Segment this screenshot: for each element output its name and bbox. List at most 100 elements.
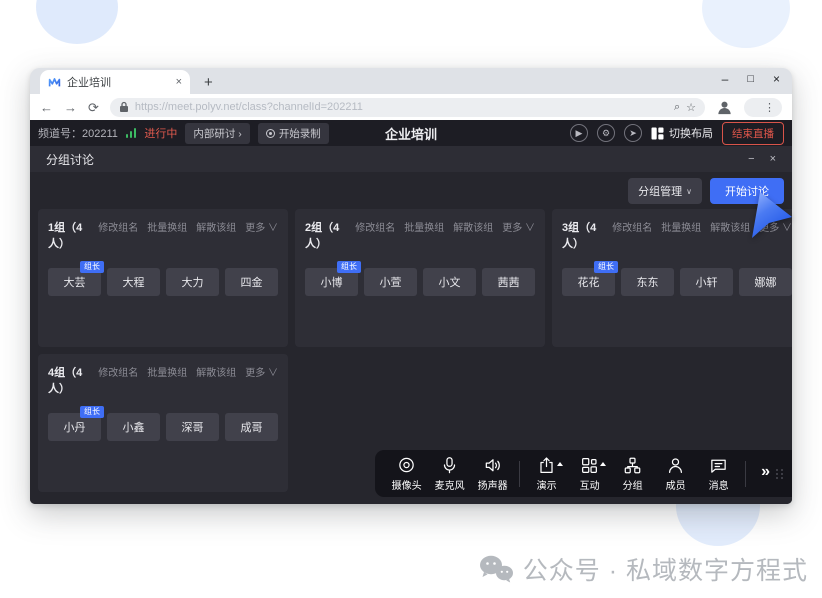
group-action[interactable]: 更多 ∨ xyxy=(245,364,278,379)
toolbar-divider xyxy=(745,461,746,487)
url-text: https://meet.polyv.net/class?channelId=2… xyxy=(135,101,668,113)
group-action[interactable]: 批量换组 xyxy=(147,364,187,379)
share-send-icon[interactable]: ➤ xyxy=(624,124,642,142)
group-action[interactable]: 更多 ∨ xyxy=(502,219,535,234)
member-tile[interactable]: 小丹组长 xyxy=(48,413,101,441)
group-action[interactable]: 解散该组 xyxy=(196,219,236,234)
group-action[interactable]: 批量换组 xyxy=(404,219,444,234)
member-name: 大芸 xyxy=(64,274,86,290)
panel-title: 分组讨论 xyxy=(46,151,94,168)
reload-icon[interactable]: ⟳ xyxy=(88,101,99,114)
group-action[interactable]: 解散该组 xyxy=(196,364,236,379)
member-tile[interactable]: 大程 xyxy=(107,268,160,296)
decor-blob xyxy=(702,0,790,48)
group-actions: 修改组名批量换组解散该组更多 ∨ xyxy=(355,219,535,234)
member-name: 小萱 xyxy=(380,274,402,290)
interact-button[interactable]: 互动 xyxy=(568,456,611,492)
group-action[interactable]: 解散该组 xyxy=(710,219,750,234)
record-button[interactable]: 开始录制 xyxy=(258,123,329,144)
end-live-button[interactable]: 结束直播 xyxy=(722,122,784,145)
group-manage-button[interactable]: 分组管理 ∨ xyxy=(628,178,702,204)
member-name: 成哥 xyxy=(241,419,263,435)
meeting-app: 频道号：202211 进行中 内部研讨 › 开始录制 企业培训 ▶ ⚙ ➤ xyxy=(30,120,792,504)
member-icon xyxy=(666,456,685,475)
microphone-button[interactable]: 麦克风 xyxy=(428,456,471,492)
member-tile[interactable]: 小文 xyxy=(423,268,476,296)
group-members: 小丹组长小鑫 深哥 成哥 xyxy=(48,413,278,441)
profile-avatar-icon[interactable] xyxy=(716,99,733,116)
member-name: 大程 xyxy=(123,274,145,290)
mic-icon xyxy=(440,456,459,475)
member-tile[interactable]: 东东 xyxy=(621,268,674,296)
camera-icon xyxy=(397,456,416,475)
group-members: 小博组长 小萱 小文 茜茜 xyxy=(305,268,535,296)
group-action[interactable]: 批量换组 xyxy=(147,219,187,234)
member-tile[interactable]: 小萱 xyxy=(364,268,417,296)
settings-gear-icon[interactable]: ⚙ xyxy=(597,124,615,142)
group-action[interactable]: 修改组名 xyxy=(98,219,138,234)
group-members: 花花组长东东小轩娜娜 xyxy=(562,268,792,296)
member-tile[interactable]: 小轩 xyxy=(680,268,733,296)
window-maximize-button[interactable]: □ xyxy=(747,74,754,85)
drag-handle-icon[interactable] xyxy=(776,469,784,479)
messages-button[interactable]: 消息 xyxy=(697,456,740,492)
member-tile[interactable]: 小博组长 xyxy=(305,268,358,296)
grouping-button[interactable]: 分组 xyxy=(611,456,654,492)
group-action[interactable]: 修改组名 xyxy=(98,364,138,379)
window-close-button[interactable]: × xyxy=(773,73,780,85)
bookmark-star-icon[interactable]: ☆ xyxy=(686,101,696,114)
decor-blob xyxy=(36,0,118,44)
signal-strength-icon xyxy=(126,128,137,138)
member-tile[interactable]: 茜茜 xyxy=(482,268,535,296)
group-action[interactable]: 修改组名 xyxy=(355,219,395,234)
leader-badge: 组长 xyxy=(80,406,104,418)
forward-icon[interactable]: → xyxy=(64,101,77,114)
group-action[interactable]: 解散该组 xyxy=(453,219,493,234)
window-minimize-button[interactable]: – xyxy=(722,73,729,85)
speaker-button[interactable]: 扬声器 xyxy=(471,456,514,492)
member-tile[interactable]: 深哥 xyxy=(166,413,219,441)
member-name: 大力 xyxy=(182,274,204,290)
switch-layout-button[interactable]: 切换布局 xyxy=(651,125,713,141)
group-action[interactable]: 批量换组 xyxy=(661,219,701,234)
leader-badge: 组长 xyxy=(80,261,104,273)
camera-button[interactable]: 摄像头 xyxy=(385,456,428,492)
member-tile[interactable]: 大芸组长 xyxy=(48,268,101,296)
new-tab-button[interactable]: + xyxy=(204,75,213,90)
tab-close-icon[interactable]: × xyxy=(176,76,182,88)
group-action[interactable]: 修改组名 xyxy=(612,219,652,234)
member-tile[interactable]: 娜娜 xyxy=(739,268,792,296)
panel-close-icon[interactable]: × xyxy=(770,153,776,165)
browser-menu-pill[interactable]: ⋮ xyxy=(744,98,782,117)
member-tile[interactable]: 小鑫 xyxy=(107,413,160,441)
back-icon[interactable]: ← xyxy=(40,101,53,114)
member-tile[interactable]: 四金 xyxy=(225,268,278,296)
group-action[interactable]: 更多 ∨ xyxy=(245,219,278,234)
present-button[interactable]: 演示 xyxy=(525,456,568,492)
group-card: 2组（4人） 修改组名批量换组解散该组更多 ∨ 小博组长小萱小文茜茜 xyxy=(295,209,545,347)
mode-button[interactable]: 内部研讨 › xyxy=(185,123,249,144)
member-tile[interactable]: 大力 xyxy=(166,268,219,296)
browser-tab-bar: 企业培训 × + – □ × xyxy=(30,68,792,94)
panel-minimize-icon[interactable]: − xyxy=(748,153,754,165)
expand-toolbar-button[interactable]: » xyxy=(761,463,768,481)
member-name: 花花 xyxy=(578,274,600,290)
zoom-icon[interactable]: ⌕ xyxy=(674,101,680,114)
group-actions: 修改组名批量换组解散该组更多 ∨ xyxy=(98,219,278,234)
member-name: 茜茜 xyxy=(498,274,520,290)
leader-badge: 组长 xyxy=(337,261,361,273)
chevron-down-icon: ∨ xyxy=(686,187,692,196)
browser-address-bar: ← → ⟳ https://meet.polyv.net/class?chann… xyxy=(30,94,792,120)
member-tile[interactable]: 成哥 xyxy=(225,413,278,441)
overflow-menu-icon[interactable]: ⋮ xyxy=(764,101,775,114)
members-button[interactable]: 成员 xyxy=(654,456,697,492)
group-card: 4组（4人） 修改组名批量换组解散该组更多 ∨ 小丹组长小鑫深哥成哥 xyxy=(38,354,288,492)
tab-title: 企业培训 xyxy=(67,74,170,90)
member-tile[interactable]: 花花组长 xyxy=(562,268,615,296)
member-name: 深哥 xyxy=(182,419,204,435)
group-members: 大芸组长 大程 大力 四金 xyxy=(48,268,278,296)
playback-icon[interactable]: ▶ xyxy=(570,124,588,142)
url-bar[interactable]: https://meet.polyv.net/class?channelId=2… xyxy=(110,98,705,117)
browser-tab[interactable]: 企业培训 × xyxy=(40,70,190,94)
discussion-panel-body: 分组管理 ∨ 开始讨论 1组（4人） 修改组名批量换组解散该组更多 ∨ 大芸组长… xyxy=(30,172,792,504)
